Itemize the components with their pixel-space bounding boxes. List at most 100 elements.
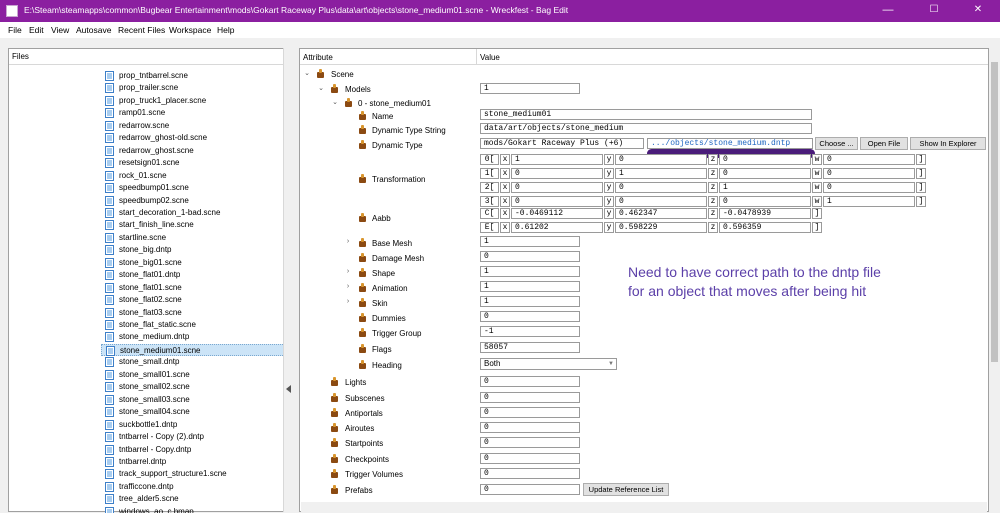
skin-value[interactable]: 1 bbox=[480, 296, 580, 307]
heading-select[interactable]: Both ▼ bbox=[480, 358, 617, 370]
file-item[interactable]: stone_small01.scne bbox=[93, 369, 283, 382]
aabb-z-field[interactable]: -0.0478939 bbox=[719, 208, 811, 219]
menu-edit[interactable]: Edit bbox=[29, 25, 44, 35]
scrollbar-thumb[interactable] bbox=[991, 62, 998, 362]
collapse-arrow-icon[interactable]: ⌄ bbox=[331, 99, 339, 107]
matrix-x-field[interactable]: 0 bbox=[511, 196, 603, 207]
subscenes-value[interactable]: 0 bbox=[480, 392, 580, 403]
column-attribute[interactable]: Attribute bbox=[303, 53, 333, 62]
file-item[interactable]: startline.scne bbox=[93, 232, 283, 245]
file-item[interactable]: redarrow_ghost.scne bbox=[93, 145, 283, 158]
dynamic-type-string-field[interactable]: data/art/objects/stone_medium bbox=[480, 123, 812, 134]
expand-arrow-icon[interactable]: › bbox=[344, 283, 352, 291]
trigger-volumes-value[interactable]: 0 bbox=[480, 468, 580, 479]
collapse-arrow-icon[interactable]: ⌄ bbox=[303, 70, 311, 78]
file-item[interactable]: track_support_structure1.scne bbox=[93, 468, 283, 481]
file-item[interactable]: redarrow_ghost-old.scne bbox=[93, 132, 283, 145]
file-item[interactable]: stone_small03.scne bbox=[93, 394, 283, 407]
horizontal-scrollbar[interactable] bbox=[301, 502, 987, 512]
prefabs-value[interactable]: 0 bbox=[480, 484, 580, 495]
animation-value[interactable]: 1 bbox=[480, 281, 580, 292]
lights-value[interactable]: 0 bbox=[480, 376, 580, 387]
file-item[interactable]: speedbump02.scne bbox=[93, 195, 283, 208]
menu-file[interactable]: File bbox=[8, 25, 22, 35]
minimize-button[interactable]: — bbox=[866, 0, 910, 22]
aabb-y-field[interactable]: 0.462347 bbox=[615, 208, 707, 219]
file-item[interactable]: prop_trailer.scne bbox=[93, 82, 283, 95]
airoutes-value[interactable]: 0 bbox=[480, 422, 580, 433]
matrix-z-field[interactable]: 0 bbox=[719, 168, 811, 179]
matrix-z-field[interactable]: 0 bbox=[719, 196, 811, 207]
show-in-explorer-button[interactable]: Show In Explorer bbox=[910, 137, 986, 150]
file-item[interactable]: stone_flat01.dntp bbox=[93, 269, 283, 282]
expand-arrow-icon[interactable]: › bbox=[344, 238, 352, 246]
file-item[interactable]: speedbump01.scne bbox=[93, 182, 283, 195]
expand-arrow-icon[interactable]: › bbox=[344, 298, 352, 306]
matrix-y-field[interactable]: 0 bbox=[615, 182, 707, 193]
file-item[interactable]: stone_small02.scne bbox=[93, 381, 283, 394]
matrix-z-field[interactable]: 0 bbox=[719, 154, 811, 165]
files-scrollbar[interactable] bbox=[283, 48, 293, 512]
matrix-y-field[interactable]: 1 bbox=[615, 168, 707, 179]
file-item[interactable]: stone_medium01.scne bbox=[101, 343, 283, 357]
file-item[interactable]: stone_flat_static.scne bbox=[93, 319, 283, 332]
menu-recent-files[interactable]: Recent Files bbox=[118, 25, 165, 35]
update-reference-list-button[interactable]: Update Reference List bbox=[583, 483, 669, 496]
file-item[interactable]: prop_truck1_placer.scne bbox=[93, 95, 283, 108]
antiportals-value[interactable]: 0 bbox=[480, 407, 580, 418]
menu-help[interactable]: Help bbox=[217, 25, 234, 35]
damage-mesh-value[interactable]: 0 bbox=[480, 251, 580, 262]
attributes-scrollbar[interactable] bbox=[989, 48, 1000, 512]
matrix-y-field[interactable]: 0 bbox=[615, 154, 707, 165]
collapse-arrow-icon[interactable]: ⌄ bbox=[317, 85, 325, 93]
open-file-button[interactable]: Open File bbox=[860, 137, 908, 150]
dummies-value[interactable]: 0 bbox=[480, 311, 580, 322]
matrix-w-field[interactable]: 0 bbox=[823, 182, 915, 193]
file-item[interactable]: prop_tntbarrel.scne bbox=[93, 70, 283, 83]
flags-value[interactable]: 58057 bbox=[480, 342, 580, 353]
file-item[interactable]: tntbarrel - Copy (2).dntp bbox=[93, 431, 283, 444]
file-item[interactable]: stone_flat01.scne bbox=[93, 282, 283, 295]
file-item[interactable]: resetsign01.scne bbox=[93, 157, 283, 170]
matrix-x-field[interactable]: 1 bbox=[511, 154, 603, 165]
close-button[interactable]: ✕ bbox=[956, 0, 1000, 22]
maximize-button[interactable]: ☐ bbox=[912, 0, 956, 22]
file-item[interactable]: stone_big01.scne bbox=[93, 257, 283, 270]
file-item[interactable]: start_decoration_1-bad.scne bbox=[93, 207, 283, 220]
aabb-z-field[interactable]: 0.596359 bbox=[719, 222, 811, 233]
file-item[interactable]: rock_01.scne bbox=[93, 170, 283, 183]
matrix-w-field[interactable]: 0 bbox=[823, 154, 915, 165]
trigger-group-value[interactable]: -1 bbox=[480, 326, 580, 337]
matrix-x-field[interactable]: 0 bbox=[511, 182, 603, 193]
collapse-arrow-icon[interactable] bbox=[286, 385, 291, 393]
column-divider[interactable] bbox=[476, 49, 477, 65]
startpoints-value[interactable]: 0 bbox=[480, 437, 580, 448]
file-item[interactable]: start_finish_line.scne bbox=[93, 219, 283, 232]
matrix-x-field[interactable]: 0 bbox=[511, 168, 603, 179]
file-item[interactable]: tntbarrel.dntp bbox=[93, 456, 283, 469]
file-item[interactable]: redarrow.scne bbox=[93, 120, 283, 133]
aabb-x-field[interactable]: -0.0469112 bbox=[511, 208, 603, 219]
menu-view[interactable]: View bbox=[51, 25, 69, 35]
menu-workspace[interactable]: Workspace bbox=[169, 25, 211, 35]
file-item[interactable]: stone_flat03.scne bbox=[93, 307, 283, 320]
name-field[interactable]: stone_medium01 bbox=[480, 109, 812, 120]
matrix-y-field[interactable]: 0 bbox=[615, 196, 707, 207]
file-item[interactable]: stone_medium.dntp bbox=[93, 331, 283, 344]
dynamic-type-root-field[interactable]: mods/Gokart Raceway Plus (+6) bbox=[480, 138, 644, 149]
matrix-w-field[interactable]: 1 bbox=[823, 196, 915, 207]
file-item[interactable]: stone_flat02.scne bbox=[93, 294, 283, 307]
file-item[interactable]: stone_big.dntp bbox=[93, 244, 283, 257]
menu-autosave[interactable]: Autosave bbox=[76, 25, 111, 35]
shape-value[interactable]: 1 bbox=[480, 266, 580, 277]
file-item[interactable]: tntbarrel - Copy.dntp bbox=[93, 444, 283, 457]
column-value[interactable]: Value bbox=[480, 53, 500, 62]
file-item[interactable]: ramp01.scne bbox=[93, 107, 283, 120]
aabb-y-field[interactable]: 0.598229 bbox=[615, 222, 707, 233]
expand-arrow-icon[interactable]: › bbox=[344, 268, 352, 276]
matrix-w-field[interactable]: 0 bbox=[823, 168, 915, 179]
matrix-z-field[interactable]: 1 bbox=[719, 182, 811, 193]
file-item[interactable]: stone_small.dntp bbox=[93, 356, 283, 369]
checkpoints-value[interactable]: 0 bbox=[480, 453, 580, 464]
aabb-x-field[interactable]: 0.61202 bbox=[511, 222, 603, 233]
